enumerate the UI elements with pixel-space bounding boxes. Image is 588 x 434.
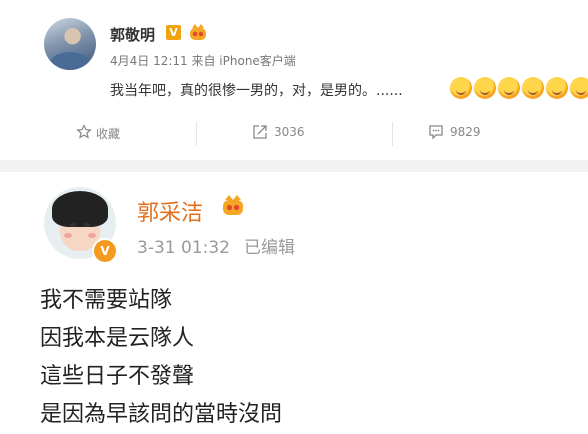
post-meta: 4月4日 12:11 来自 iPhone客户端 (110, 54, 296, 68)
post-body: 我不需要站隊 因我本是云隊人 這些日子不發聲 是因為早該問的當時沒問 (40, 282, 282, 434)
post-username[interactable]: 郭采洁 (137, 195, 203, 227)
comment-count: 9829 (450, 125, 481, 139)
favorite-label: 收藏 (96, 127, 121, 141)
laughing-emoji-icon (546, 77, 568, 99)
edited-label[interactable]: 已编辑 (244, 238, 295, 258)
action-bar: 收藏 3036 9829 (0, 118, 588, 148)
post-meta: 3-31 01:32 已编辑 (137, 233, 295, 258)
star-icon (76, 124, 92, 139)
section-divider (0, 160, 588, 172)
laughing-emoji-icon (570, 77, 588, 99)
weibo-post-guo-caijie: V 郭采洁 3-31 01:32 已编辑 我不需要站隊 因我本是云隊人 這些日子不… (0, 172, 588, 427)
post-time: 3-31 01:32 (137, 238, 230, 258)
post-line: 我不需要站隊 (40, 288, 173, 313)
comment-icon (429, 125, 443, 140)
post-line: 這些日子不發聲 (40, 364, 195, 389)
post-username[interactable]: 郭敬明 (110, 24, 155, 45)
post-line: 是因為早該問的當時沒問 (40, 402, 283, 427)
comment-button[interactable]: 9829 (392, 118, 588, 148)
laughing-emoji-icon (522, 77, 544, 99)
verified-badge: V (166, 25, 181, 40)
member-crown-icon (223, 195, 243, 215)
laughing-emoji-icon (474, 77, 496, 99)
repost-button[interactable]: 3036 (196, 118, 392, 148)
repost-count: 3036 (274, 125, 305, 139)
member-crown-icon (190, 24, 206, 40)
laughing-emoji-icon (498, 77, 520, 99)
verified-badge: V (92, 238, 118, 264)
weibo-post-guo-jingming: 郭敬明 V 4月4日 12:11 来自 iPhone客户端 我当年吧，真的很惨一… (0, 0, 588, 160)
post-text: 我当年吧，真的很惨一男的，对，是男的。...... (110, 83, 403, 99)
favorite-button[interactable]: 收藏 (0, 118, 196, 148)
avatar[interactable] (44, 18, 96, 70)
laughing-emoji-icon (450, 77, 472, 99)
emoji-row (450, 77, 588, 101)
repost-icon (253, 125, 267, 139)
post-line: 因我本是云隊人 (40, 326, 195, 351)
